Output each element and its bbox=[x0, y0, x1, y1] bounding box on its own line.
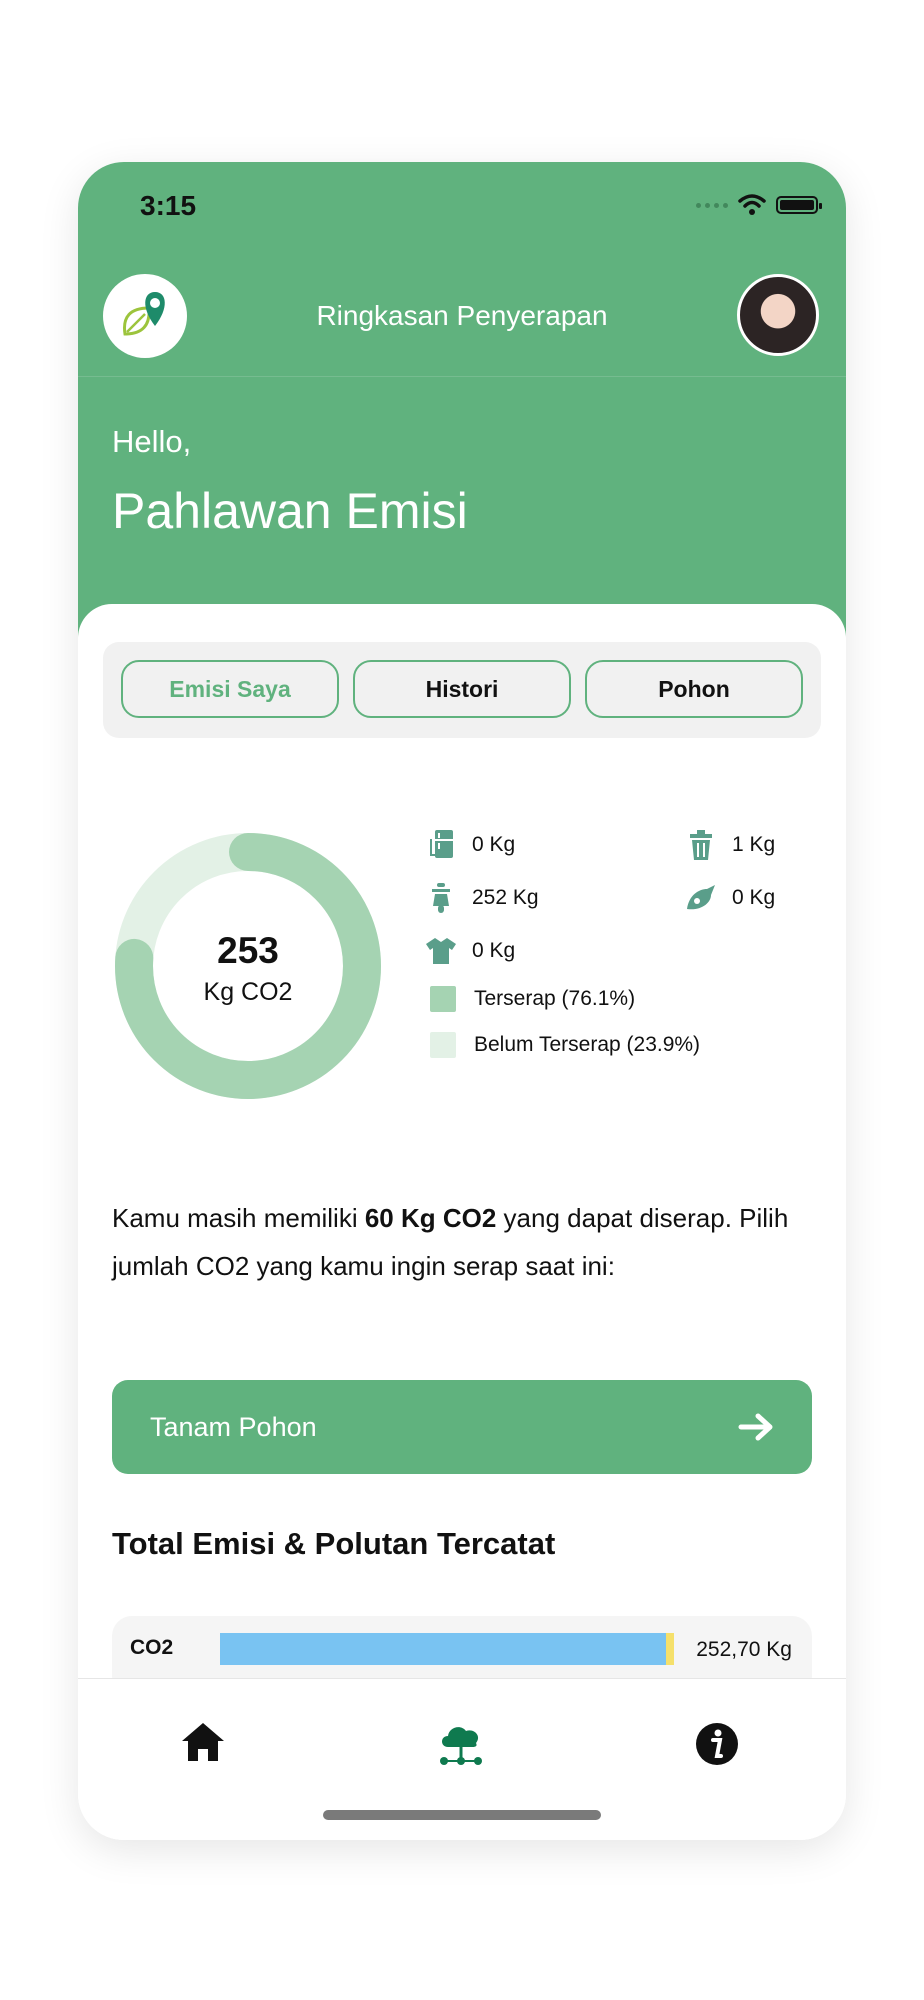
emission-bar bbox=[220, 1633, 675, 1665]
stat-scooter: 252 Kg bbox=[424, 881, 539, 915]
total-value: 253 bbox=[217, 930, 279, 971]
status-icons bbox=[696, 194, 822, 216]
wifi-icon bbox=[738, 194, 766, 215]
stat-fridge: 0 Kg bbox=[424, 828, 515, 862]
food-icon bbox=[684, 881, 718, 915]
stat-value: 0 Kg bbox=[732, 886, 776, 909]
cloud-network-icon[interactable] bbox=[436, 1721, 486, 1769]
app-screen: 3:15 Ringkasan Penyerapan Hello, Pahlawa… bbox=[78, 162, 846, 1840]
emission-bar-tail bbox=[666, 1633, 674, 1665]
message-highlight: 60 Kg CO2 bbox=[364, 1203, 497, 1233]
section-title: Total Emisi & Polutan Tercatat bbox=[112, 1526, 556, 1561]
stat-food: 0 Kg bbox=[684, 881, 775, 915]
fridge-icon bbox=[424, 828, 458, 862]
stat-trash: 1 Kg bbox=[684, 828, 775, 862]
emission-label: CO2 bbox=[130, 1636, 174, 1659]
home-indicator bbox=[323, 1810, 601, 1820]
status-time: 3:15 bbox=[140, 190, 197, 221]
legend-absorbed: Terserap (76.1%) bbox=[430, 986, 635, 1012]
home-icon[interactable] bbox=[180, 1721, 226, 1763]
legend-swatch bbox=[430, 1032, 456, 1058]
legend-label: Belum Terserap (23.9%) bbox=[474, 1033, 701, 1056]
battery-icon bbox=[776, 196, 822, 214]
arrow-right-icon bbox=[738, 1413, 773, 1441]
tab-bar: Emisi Saya Histori Pohon bbox=[103, 642, 821, 738]
tab-histori[interactable]: Histori bbox=[353, 660, 571, 718]
content-card: Emisi Saya Histori Pohon 253 Kg CO2 0 Kg… bbox=[78, 604, 846, 1840]
emission-value: 252,70 Kg bbox=[696, 1638, 792, 1661]
donut-center: 253 Kg CO2 bbox=[114, 930, 382, 1007]
stat-shirt: 0 Kg bbox=[424, 934, 515, 968]
legend-swatch bbox=[430, 986, 456, 1012]
message-text: Kamu masih memiliki bbox=[112, 1203, 365, 1233]
absorb-message: Kamu masih memiliki 60 Kg CO2 yang dapat… bbox=[112, 1194, 812, 1290]
total-unit: Kg CO2 bbox=[203, 978, 293, 1006]
bottom-nav bbox=[78, 1678, 846, 1840]
header-title: Ringkasan Penyerapan bbox=[316, 300, 608, 331]
shirt-icon bbox=[424, 934, 458, 968]
legend-not-absorbed: Belum Terserap (23.9%) bbox=[430, 1032, 700, 1058]
info-icon[interactable] bbox=[694, 1721, 740, 1767]
signal-icon bbox=[696, 202, 728, 208]
user-name: Pahlawan Emisi bbox=[112, 483, 468, 539]
greeting: Hello, bbox=[112, 424, 192, 459]
stat-value: 0 Kg bbox=[472, 833, 516, 856]
trash-icon bbox=[684, 828, 718, 862]
emission-bar-fill bbox=[220, 1633, 666, 1665]
stat-value: 0 Kg bbox=[472, 939, 516, 962]
avatar[interactable] bbox=[737, 274, 819, 356]
header-divider bbox=[78, 376, 846, 377]
scooter-icon bbox=[424, 881, 458, 915]
tab-emisi-saya[interactable]: Emisi Saya bbox=[121, 660, 339, 718]
plant-tree-button[interactable]: Tanam Pohon bbox=[112, 1380, 812, 1474]
tab-pohon[interactable]: Pohon bbox=[585, 660, 803, 718]
stat-value: 1 Kg bbox=[732, 833, 776, 856]
legend-label: Terserap (76.1%) bbox=[474, 987, 636, 1010]
plant-tree-label: Tanam Pohon bbox=[150, 1411, 317, 1442]
stat-value: 252 Kg bbox=[472, 886, 539, 909]
